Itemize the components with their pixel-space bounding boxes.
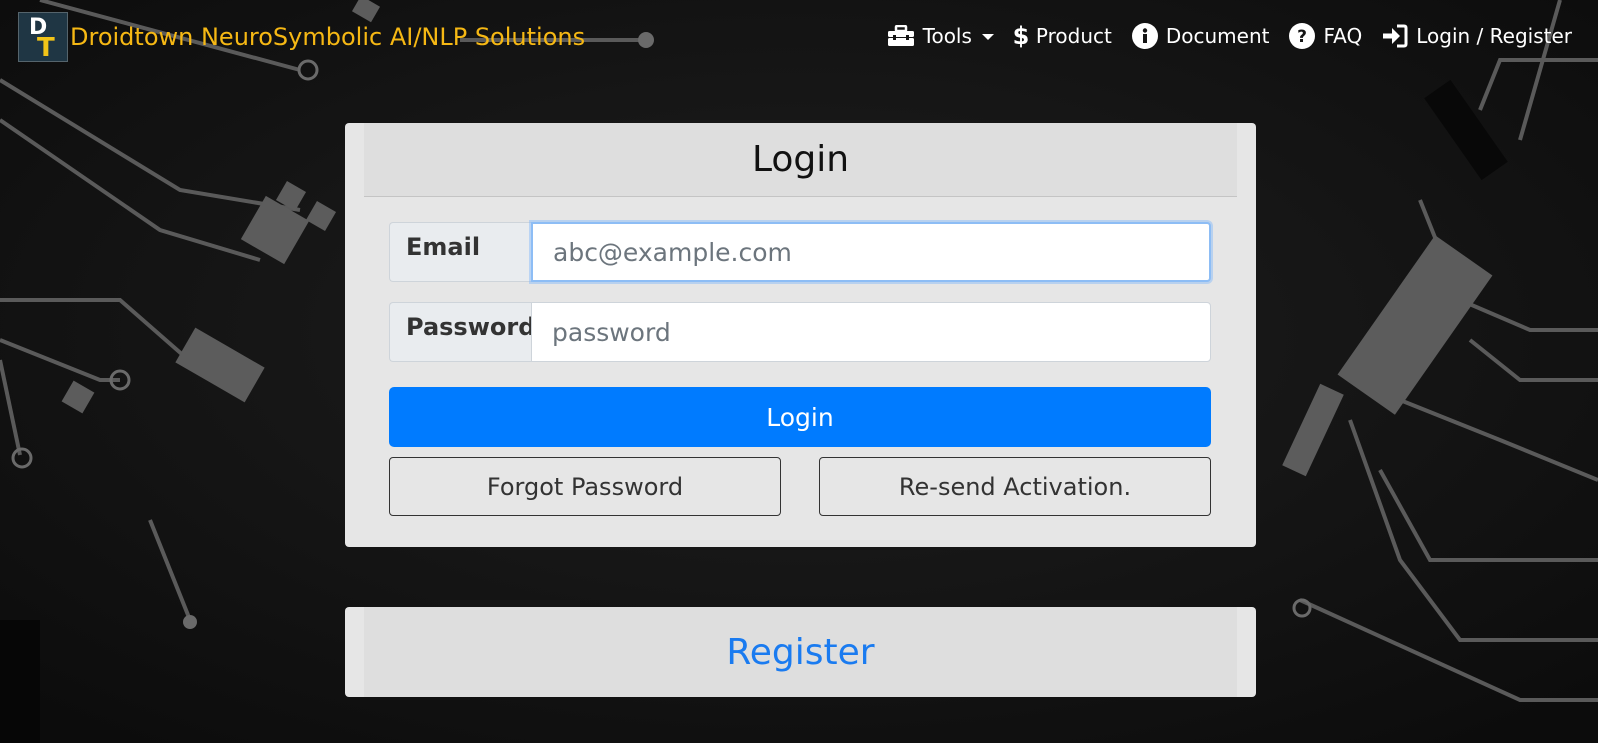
dollar-icon: $: [1014, 23, 1028, 49]
question-circle-icon: ?: [1289, 23, 1316, 49]
nav-label-faq: FAQ: [1323, 24, 1363, 48]
nav-item-document[interactable]: Document: [1131, 23, 1270, 49]
nav-label-login-register: Login / Register: [1416, 24, 1572, 48]
password-label: Password: [389, 302, 535, 362]
email-input-group: Email: [389, 222, 1211, 282]
nav-item-tools[interactable]: Tools: [887, 24, 994, 48]
nav-label-document: Document: [1165, 24, 1270, 48]
nav-item-login-register[interactable]: Login / Register: [1382, 24, 1572, 48]
resend-activation-button[interactable]: Re-send Activation.: [819, 457, 1211, 516]
toolbox-icon: [887, 25, 914, 46]
email-label: Email: [389, 222, 531, 282]
droidtown-logo: D T: [18, 12, 68, 63]
chevron-down-icon: [981, 34, 994, 40]
nav-label-tools: Tools: [922, 24, 972, 48]
info-circle-icon: [1131, 23, 1158, 49]
email-field[interactable]: [531, 222, 1211, 282]
brand-link[interactable]: D T Droidtown NeuroSymbolic AI/NLP Solut…: [18, 12, 586, 63]
register-card: Register: [345, 607, 1256, 697]
nav-item-product[interactable]: $ Product: [1014, 23, 1112, 49]
password-field[interactable]: [531, 302, 1211, 362]
navbar: D T Droidtown NeuroSymbolic AI/NLP Solut…: [0, 0, 1598, 72]
password-input-group: Password: [389, 302, 1211, 362]
login-button[interactable]: Login: [389, 387, 1211, 447]
svg-text:?: ?: [1298, 27, 1308, 47]
nav-menu: Tools $ Product Document ? FAQ Login / R…: [867, 18, 1572, 54]
nav-item-faq[interactable]: ? FAQ: [1289, 23, 1362, 49]
sign-in-icon: [1383, 24, 1408, 48]
login-card: Login Email Password Login Forgot Passwo…: [345, 123, 1256, 547]
svg-text:$: $: [1014, 23, 1028, 49]
forgot-password-button[interactable]: Forgot Password: [389, 457, 781, 516]
login-card-title: Login: [364, 123, 1237, 197]
register-link[interactable]: Register: [364, 607, 1237, 697]
brand-name: Droidtown NeuroSymbolic AI/NLP Solutions: [70, 23, 586, 51]
logo-letter-t: T: [37, 33, 55, 63]
nav-label-product: Product: [1035, 24, 1112, 48]
